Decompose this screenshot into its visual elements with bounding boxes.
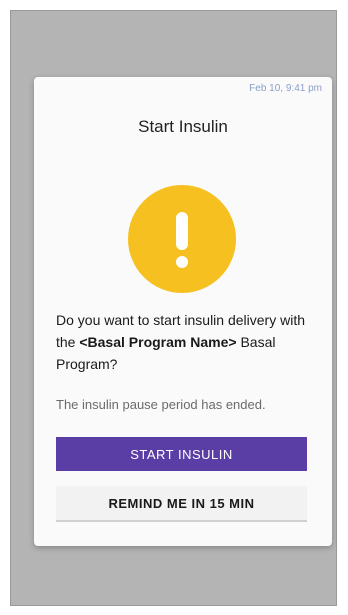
dialog-title: Start Insulin [138,117,228,136]
confirmation-question: Do you want to start insulin delivery wi… [56,309,316,375]
exclamation-alert-icon [128,185,236,293]
start-insulin-button[interactable]: START INSULIN [56,437,307,471]
timestamp: Feb 10, 9:41 pm [249,83,322,94]
remind-me-button[interactable]: REMIND ME IN 15 MIN [56,486,307,522]
start-insulin-dialog: Feb 10, 9:41 pm Start Insulin Do you wan… [34,77,332,546]
pause-ended-message: The insulin pause period has ended. [56,397,266,412]
exclamation-dot [176,256,188,268]
basal-program-name: <Basal Program Name> [79,334,237,350]
exclamation-bar [176,212,188,250]
